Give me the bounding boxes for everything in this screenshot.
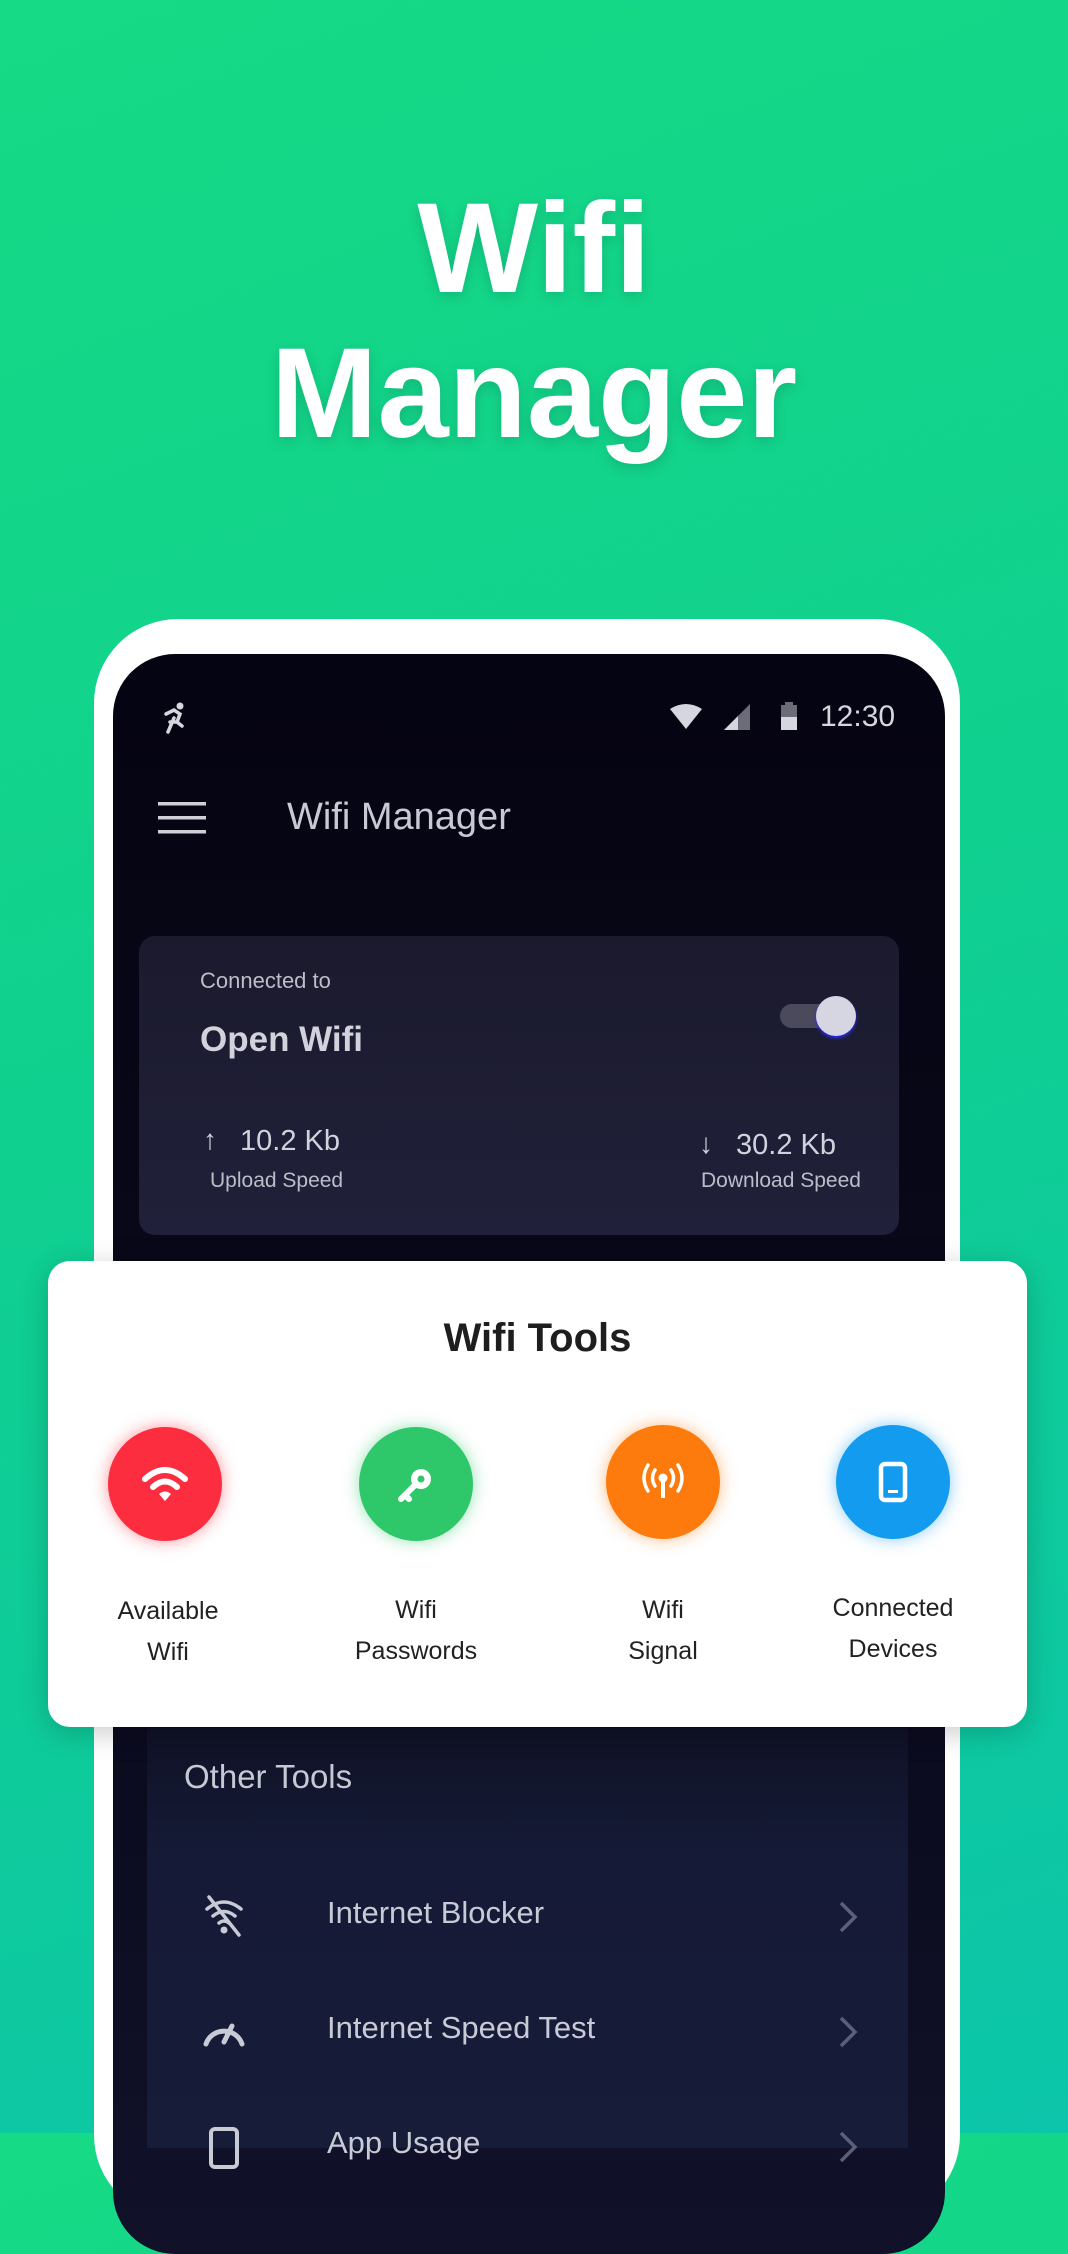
- download-speed-label: Download Speed: [701, 1169, 861, 1192]
- upload-arrow-icon: ↑: [203, 1124, 217, 1155]
- available-wifi-button[interactable]: [108, 1427, 222, 1541]
- battery-icon: [781, 702, 797, 730]
- download-arrow-icon: ↓: [699, 1128, 713, 1159]
- phone-icon: [878, 1461, 908, 1503]
- hamburger-icon[interactable]: [158, 802, 206, 834]
- wifi-tools-title: Wifi Tools: [443, 1316, 632, 1360]
- chevron-right-icon: [839, 2131, 858, 2163]
- wifi-icon: [670, 704, 702, 729]
- list-item-app-usage[interactable]: App Usage: [147, 2101, 908, 2191]
- upload-speed-label: Upload Speed: [210, 1169, 344, 1192]
- other-tools-title: Other Tools: [184, 1758, 353, 1795]
- network-name: Open Wifi: [200, 1020, 364, 1059]
- upload-speed-value: 10.2 Kb: [240, 1125, 340, 1157]
- list-item-label: App Usage: [327, 2125, 481, 2160]
- tool-label-line2: Devices: [848, 1635, 938, 1663]
- chevron-right-icon: [839, 1901, 858, 1933]
- wifi-passwords-button[interactable]: [359, 1427, 473, 1541]
- running-app-icon: [164, 702, 184, 734]
- list-item-label: Internet Blocker: [327, 1895, 545, 1930]
- tool-label-line1: Wifi: [642, 1596, 684, 1624]
- tool-label-line1: Connected: [832, 1594, 954, 1622]
- phone-icon: [209, 2127, 239, 2169]
- wifi-signal-button[interactable]: [606, 1425, 720, 1539]
- tool-label-line2: Signal: [628, 1637, 698, 1665]
- download-speed-value: 30.2 Kb: [736, 1129, 836, 1161]
- wifi-icon: [142, 1467, 188, 1501]
- connected-devices-button[interactable]: [836, 1425, 950, 1539]
- chevron-right-icon: [839, 2016, 858, 2048]
- hero-title-line2: Manager: [270, 322, 798, 465]
- tool-label-line2: Wifi: [147, 1638, 189, 1666]
- connected-to-label: Connected to: [200, 968, 331, 993]
- wifi-off-icon: [205, 1895, 243, 1937]
- hero-title-line1: Wifi: [417, 177, 651, 320]
- list-item-internet-speed-test[interactable]: Internet Speed Test: [147, 1986, 908, 2076]
- status-time: 12:30: [820, 700, 896, 733]
- antenna-signal-icon: [642, 1463, 684, 1498]
- list-item-label: Internet Speed Test: [327, 2010, 596, 2045]
- app-title: Wifi Manager: [287, 796, 511, 838]
- other-tools-panel: Other Tools Internet Blocker Internet Sp…: [147, 1728, 908, 2169]
- tool-label-line2: Passwords: [354, 1637, 478, 1665]
- list-item-internet-blocker[interactable]: Internet Blocker: [147, 1871, 908, 1961]
- key-icon: [398, 1469, 431, 1502]
- connection-toggle[interactable]: [780, 996, 856, 1036]
- wifi-tools-card: Wifi Tools Available Wifi Wifi Passwords W…: [48, 1261, 1027, 1727]
- speedometer-icon: [203, 2023, 245, 2047]
- tool-label-line1: Wifi: [395, 1596, 437, 1624]
- tool-label-line1: Available: [117, 1597, 219, 1625]
- cellular-signal-icon: [724, 704, 750, 730]
